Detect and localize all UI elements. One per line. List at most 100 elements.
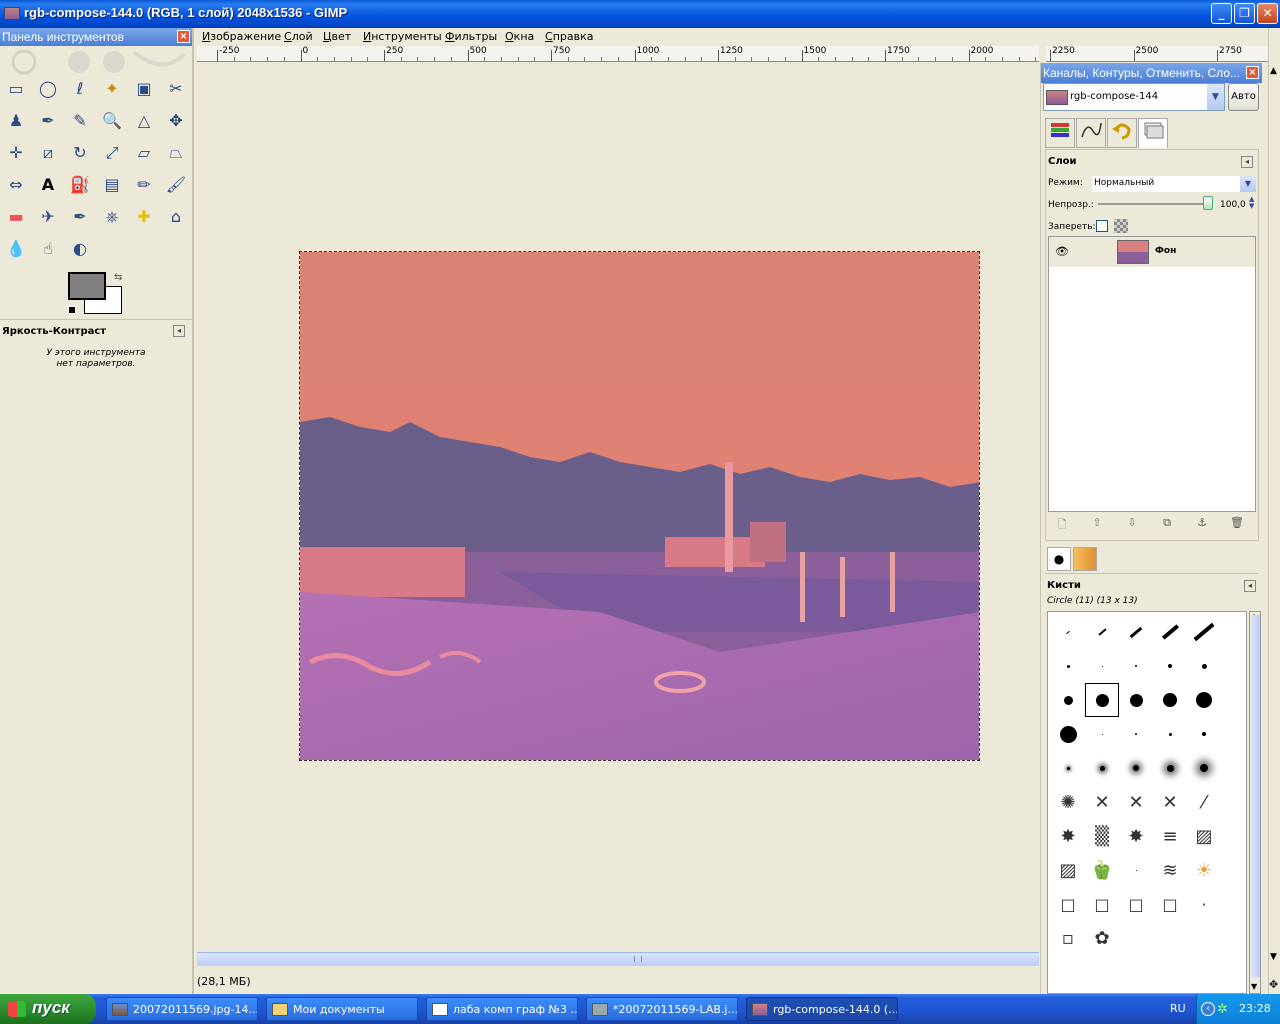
- chevron-down-icon[interactable]: ▼: [1240, 176, 1256, 192]
- scroll-down-icon[interactable]: ▼: [1270, 952, 1277, 962]
- ink-tool-icon[interactable]: ✒: [67, 204, 93, 230]
- tray-expand-icon[interactable]: ‹: [1201, 1002, 1215, 1016]
- brush-item[interactable]: ≋: [1153, 853, 1187, 887]
- brush-item[interactable]: ✕: [1153, 785, 1187, 819]
- brush-item[interactable]: [1153, 649, 1187, 683]
- by-color-select-tool-icon[interactable]: ▣: [131, 76, 157, 102]
- menu-image[interactable]: Изображение: [202, 30, 281, 43]
- opacity-spinner-icon[interactable]: ▲ ▼: [1249, 196, 1254, 210]
- taskbar-item-active[interactable]: rgb-compose-144.0 (...: [746, 997, 898, 1021]
- foreground-select-tool-icon[interactable]: ♟: [3, 108, 29, 134]
- brush-item[interactable]: 🫑: [1085, 853, 1119, 887]
- opacity-slider-track[interactable]: [1098, 203, 1208, 205]
- scissors-tool-icon[interactable]: ✂: [163, 76, 189, 102]
- opacity-value[interactable]: 100,0: [1220, 200, 1246, 210]
- raise-layer-icon[interactable]: ⇧: [1087, 516, 1107, 534]
- airbrush-tool-icon[interactable]: ✈: [35, 204, 61, 230]
- brush-item[interactable]: ·: [1187, 887, 1221, 921]
- duplicate-layer-icon[interactable]: ⧉: [1157, 516, 1177, 534]
- brush-item[interactable]: [1085, 717, 1119, 751]
- bucket-fill-tool-icon[interactable]: ⛽: [67, 172, 93, 198]
- tool-options-menu-icon[interactable]: ◂: [173, 325, 185, 337]
- crop-tool-icon[interactable]: ⧄: [35, 140, 61, 166]
- swap-colors-icon[interactable]: ⇆: [114, 272, 122, 283]
- tab-brushes-icon[interactable]: ●: [1047, 547, 1071, 571]
- brush-item[interactable]: [1119, 683, 1153, 717]
- rotate-tool-icon[interactable]: ↻: [67, 140, 93, 166]
- paths-tool-icon[interactable]: ✒: [35, 108, 61, 134]
- horizontal-scrollbar[interactable]: [197, 952, 1039, 966]
- brush-item[interactable]: [1119, 615, 1153, 649]
- clone-tool-icon[interactable]: ⎈: [99, 204, 125, 230]
- smudge-tool-icon[interactable]: ☝: [35, 236, 61, 262]
- toolbox-title-bar[interactable]: Панель инструментов ×: [0, 28, 192, 46]
- image-content[interactable]: [299, 251, 980, 761]
- shear-tool-icon[interactable]: ▱: [131, 140, 157, 166]
- brush-item[interactable]: [1051, 751, 1085, 785]
- layer-list[interactable]: 👁 Фон: [1048, 236, 1256, 512]
- free-select-tool-icon[interactable]: ℓ: [67, 76, 93, 102]
- maximize-button[interactable]: ❐: [1234, 3, 1255, 24]
- tab-patterns-icon[interactable]: [1073, 547, 1097, 571]
- tab-paths-icon[interactable]: [1076, 118, 1106, 148]
- scroll-grip-icon[interactable]: [634, 956, 642, 962]
- perspective-clone-tool-icon[interactable]: ⌂: [163, 204, 189, 230]
- navigate-icon[interactable]: ✥: [1269, 978, 1278, 991]
- rect-select-tool-icon[interactable]: ▭: [3, 76, 29, 102]
- mode-select[interactable]: Нормальный ▼: [1092, 176, 1256, 192]
- eye-icon[interactable]: 👁: [1055, 245, 1069, 258]
- brush-item[interactable]: [1085, 615, 1119, 649]
- brush-item[interactable]: □: [1085, 887, 1119, 921]
- layer-name[interactable]: Фон: [1155, 246, 1176, 256]
- brush-item[interactable]: ✕: [1085, 785, 1119, 819]
- dock-title-bar[interactable]: Каналы, Контуры, Отменить, Сло... ×: [1041, 63, 1262, 83]
- menu-windows[interactable]: Окна: [505, 30, 534, 43]
- taskbar-item[interactable]: 20072011569.jpg-14...: [106, 997, 258, 1021]
- lock-checkbox[interactable]: [1096, 220, 1108, 232]
- brush-item[interactable]: ✕: [1119, 785, 1153, 819]
- close-button[interactable]: ✕: [1257, 3, 1278, 24]
- image-canvas[interactable]: [197, 63, 1039, 951]
- brush-item[interactable]: ⁄: [1187, 785, 1221, 819]
- ellipse-select-tool-icon[interactable]: ◯: [35, 76, 61, 102]
- language-indicator[interactable]: RU: [1170, 1002, 1186, 1015]
- new-layer-icon[interactable]: 🗋: [1052, 516, 1072, 534]
- brush-scrollbar[interactable]: ▲ ▼: [1249, 611, 1261, 994]
- opacity-slider-thumb[interactable]: [1203, 196, 1213, 210]
- brush-item[interactable]: ☀: [1187, 853, 1221, 887]
- perspective-tool-icon[interactable]: ⏢: [163, 140, 189, 166]
- tab-layers-icon[interactable]: [1045, 118, 1075, 148]
- brushes-menu-icon[interactable]: ◂: [1244, 580, 1256, 592]
- window-title-bar[interactable]: rgb-compose-144.0 (RGB, 1 слой) 2048x153…: [0, 0, 1280, 28]
- fuzzy-select-tool-icon[interactable]: ✦: [99, 76, 125, 102]
- brush-item[interactable]: [1051, 683, 1085, 717]
- blur-tool-icon[interactable]: 💧: [3, 236, 29, 262]
- text-tool-icon[interactable]: A: [35, 172, 61, 198]
- clock[interactable]: 23:28: [1239, 1002, 1271, 1015]
- brush-item[interactable]: ✺: [1051, 785, 1085, 819]
- image-selector[interactable]: rgb-compose-144 ▼: [1043, 83, 1225, 111]
- brush-item[interactable]: [1085, 751, 1119, 785]
- color-picker-tool-icon[interactable]: ✎: [67, 108, 93, 134]
- layer-row[interactable]: 👁 Фон: [1049, 237, 1255, 267]
- scale-tool-icon[interactable]: ⤢: [99, 140, 125, 166]
- pencil-tool-icon[interactable]: ✏: [131, 172, 157, 198]
- brush-item[interactable]: [1119, 853, 1153, 887]
- flip-tool-icon[interactable]: ⇔: [3, 172, 29, 198]
- brush-item[interactable]: [1187, 683, 1221, 717]
- brush-grid[interactable]: ✺ ✕ ✕ ✕ ⁄ ✸ ▒ ✸ ≡ ▨ ▨ 🫑 ≋ ☀ □ □ □ □ · ▫ ✿: [1047, 611, 1247, 994]
- brush-item[interactable]: [1153, 615, 1187, 649]
- scroll-down-icon[interactable]: ▼: [1251, 982, 1257, 991]
- lock-alpha-icon[interactable]: [1114, 219, 1128, 233]
- menu-help[interactable]: Справка: [545, 30, 593, 43]
- brush-item[interactable]: ✸: [1119, 819, 1153, 853]
- brush-item[interactable]: [1119, 751, 1153, 785]
- align-tool-icon[interactable]: ✛: [3, 140, 29, 166]
- window-right-scrollbar[interactable]: ▲ ▼ ✥: [1268, 28, 1280, 994]
- brush-item[interactable]: [1153, 751, 1187, 785]
- menu-colors[interactable]: Цвет: [323, 30, 351, 43]
- brush-item[interactable]: ▫: [1051, 921, 1085, 955]
- chevron-down-icon[interactable]: ▼: [1207, 84, 1224, 110]
- brush-item[interactable]: [1051, 615, 1085, 649]
- taskbar-item[interactable]: *20072011569-LAB.j...: [586, 997, 738, 1021]
